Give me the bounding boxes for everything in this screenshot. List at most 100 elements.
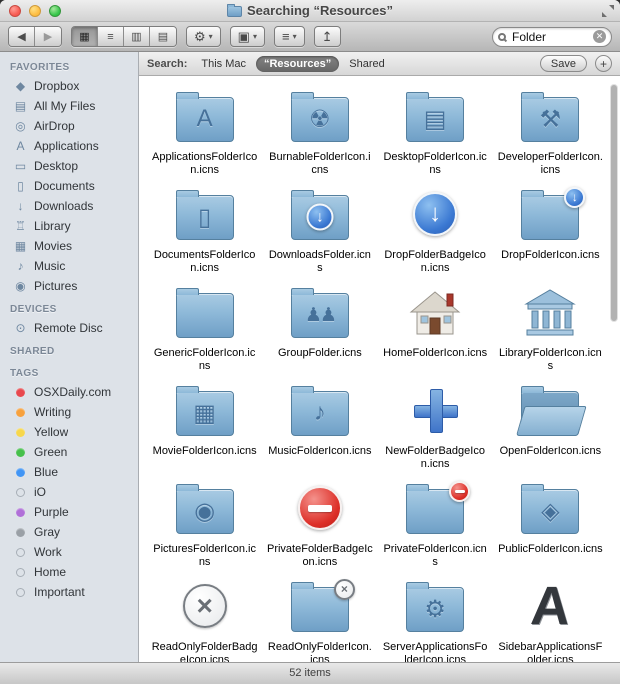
save-search-button[interactable]: Save	[539, 55, 587, 72]
tag-color-dot	[16, 447, 25, 457]
scope-shared[interactable]: Shared	[341, 56, 392, 72]
sidebar-item-applications[interactable]: A Applications	[0, 136, 138, 156]
sidebar-item-airdrop[interactable]: ◎ AirDrop	[0, 116, 138, 136]
sidebar-item-gray[interactable]: Gray	[0, 522, 138, 542]
file-item[interactable]: ⚙ ServerApplicationsFolderIcon.icns	[378, 574, 493, 662]
fullscreen-button[interactable]	[601, 4, 615, 18]
file-item[interactable]: × ReadOnlyFolderIcon.icns	[262, 574, 377, 662]
file-item[interactable]: NewFolderBadgeIcon.icns	[378, 378, 493, 476]
back-button[interactable]: ◀	[9, 27, 35, 46]
sidebar-item-desktop[interactable]: ▭ Desktop	[0, 156, 138, 176]
all-my-files-icon: ▤	[14, 99, 27, 113]
add-scope-button[interactable]: +	[595, 55, 612, 72]
file-name: LibraryFolderIcon.icns	[499, 347, 602, 372]
file-item[interactable]: ♟♟ GroupFolder.icns	[262, 280, 377, 378]
file-name: SidebarApplicationsFolder.icns	[498, 641, 603, 662]
file-item[interactable]: ⚒ DeveloperFolderIcon.icns	[493, 84, 608, 182]
sidebar-item-all-my-files[interactable]: ▤ All My Files	[0, 96, 138, 116]
vertical-scrollbar-thumb[interactable]	[610, 84, 618, 322]
sidebar-item-important[interactable]: Important	[0, 582, 138, 602]
zoom-button[interactable]	[49, 5, 61, 17]
folder-shape: ⚙	[406, 581, 465, 632]
coverflow-view-button[interactable]: ▤	[150, 27, 176, 46]
sidebar-item-label: Documents	[34, 179, 95, 193]
read-only-badge: ×	[182, 584, 227, 628]
file-item[interactable]: ◈ PublicFolderIcon.icns	[493, 476, 608, 574]
file-item[interactable]: ▤ DesktopFolderIcon.icns	[378, 84, 493, 182]
finder-window: Searching “Resources” ◀ ▶ ▦ ≡ ▥ ▤ ⚙ ▾ ▣ …	[0, 0, 620, 684]
file-item[interactable]: PrivateFolderBadgeIcon.icns	[262, 476, 377, 574]
sidebar-item-label: Work	[34, 545, 62, 559]
download-circle-badge: ↓	[306, 203, 334, 231]
file-item[interactable]: ↓ DownloadsFolder.icns	[262, 182, 377, 280]
file-item[interactable]: ◉ PicturesFolderIcon.icns	[147, 476, 262, 574]
file-item[interactable]: OpenFolderIcon.icns	[493, 378, 608, 476]
sidebar-item-label: Pictures	[34, 279, 78, 293]
sidebar-item-downloads[interactable]: ↓ Downloads	[0, 196, 138, 216]
icon-view-button[interactable]: ▦	[72, 27, 98, 46]
downloads-icon: ↓	[17, 199, 24, 213]
pictures-icon: ◉	[15, 279, 26, 293]
sidebar-item-purple[interactable]: Purple	[0, 502, 138, 522]
close-button[interactable]	[9, 5, 21, 17]
folder-shape: ↓	[521, 186, 586, 240]
file-item[interactable]: ↓ DropFolderBadgeIcon.icns	[378, 182, 493, 280]
sidebar-item-label: Gray	[34, 525, 61, 539]
folder-shape	[175, 287, 234, 338]
tag-color-dot	[16, 587, 25, 597]
folder-badge-glyph: ♟♟	[304, 304, 337, 326]
airdrop-icon: ◎	[15, 119, 26, 133]
movies-icon: ▦	[14, 239, 27, 253]
sidebar-item-home[interactable]: Home	[0, 562, 138, 582]
arrange-menu-button[interactable]: ▣ ▾	[229, 26, 265, 47]
file-item[interactable]: A SidebarApplicationsFolder.icns	[493, 574, 608, 662]
clear-search-icon[interactable]: ✕	[593, 30, 606, 43]
sidebar-item-writing[interactable]: Writing	[0, 402, 138, 422]
file-item[interactable]: GenericFolderIcon.icns	[147, 280, 262, 378]
file-name: DeveloperFolderIcon.icns	[497, 151, 603, 176]
forward-button[interactable]: ▶	[35, 27, 61, 46]
column-view-button[interactable]: ▥	[124, 27, 150, 46]
scope-list: This Mac “Resources” Shared	[193, 55, 392, 72]
sidebar-item-osxdaily-com[interactable]: OSXDaily.com	[0, 382, 138, 402]
file-item[interactable]: PrivateFolderIcon.icns	[378, 476, 493, 574]
scope-resources[interactable]: “Resources”	[255, 55, 340, 72]
title-bar[interactable]: Searching “Resources”	[0, 0, 620, 22]
sidebar-item-movies[interactable]: ▦ Movies	[0, 236, 138, 256]
folder-shape: ◉	[175, 483, 234, 534]
sidebar-item-documents[interactable]: ▯ Documents	[0, 176, 138, 196]
list-view-button[interactable]: ≡	[98, 27, 124, 46]
sidebar-item-io[interactable]: iO	[0, 482, 138, 502]
sidebar-item-yellow[interactable]: Yellow	[0, 422, 138, 442]
action-menu-button[interactable]: ⚙ ▾	[186, 26, 221, 47]
sidebar-item-dropbox[interactable]: ◆ Dropbox	[0, 76, 138, 96]
sidebar-item-library[interactable]: ♖ Library	[0, 216, 138, 236]
sidebar-item-remote-disc[interactable]: ⊙ Remote Disc	[0, 318, 138, 338]
file-item[interactable]: A ApplicationsFolderIcon.icns	[147, 84, 262, 182]
file-name: DropFolderBadgeIcon.icns	[384, 249, 486, 274]
file-item[interactable]: HomeFolderIcon.icns	[378, 280, 493, 378]
scope-this-mac[interactable]: This Mac	[193, 56, 254, 72]
search-input[interactable]	[510, 28, 589, 45]
share-button[interactable]: ↥	[313, 26, 341, 47]
sidebar-item-blue[interactable]: Blue	[0, 462, 138, 482]
file-item[interactable]: ▦ MovieFolderIcon.icns	[147, 378, 262, 476]
folder-badge-glyph: ◈	[541, 497, 560, 525]
view-options-menu-button[interactable]: ≡ ▾	[273, 26, 305, 47]
file-item[interactable]: ▯ DocumentsFolderIcon.icns	[147, 182, 262, 280]
file-item[interactable]: ↓ DropFolderIcon.icns	[493, 182, 608, 280]
file-item[interactable]: ☢ BurnableFolderIcon.icns	[262, 84, 377, 182]
file-item[interactable]: ♪ MusicFolderIcon.icns	[262, 378, 377, 476]
sidebar-item-green[interactable]: Green	[0, 442, 138, 462]
file-name: ApplicationsFolderIcon.icns	[152, 151, 258, 176]
file-item[interactable]: LibraryFolderIcon.icns	[493, 280, 608, 378]
sidebar-item-work[interactable]: Work	[0, 542, 138, 562]
sidebar-item-pictures[interactable]: ◉ Pictures	[0, 276, 138, 296]
search-field[interactable]: ✕	[492, 26, 612, 47]
minimize-button[interactable]	[29, 5, 41, 17]
sidebar-item-label: AirDrop	[34, 119, 75, 133]
sidebar-item-label: Desktop	[34, 159, 79, 173]
file-item[interactable]: × ReadOnlyFolderBadgeIcon.icns	[147, 574, 262, 662]
sidebar-item-music[interactable]: ♪ Music	[0, 256, 138, 276]
folder-shape: ◈	[521, 483, 580, 534]
